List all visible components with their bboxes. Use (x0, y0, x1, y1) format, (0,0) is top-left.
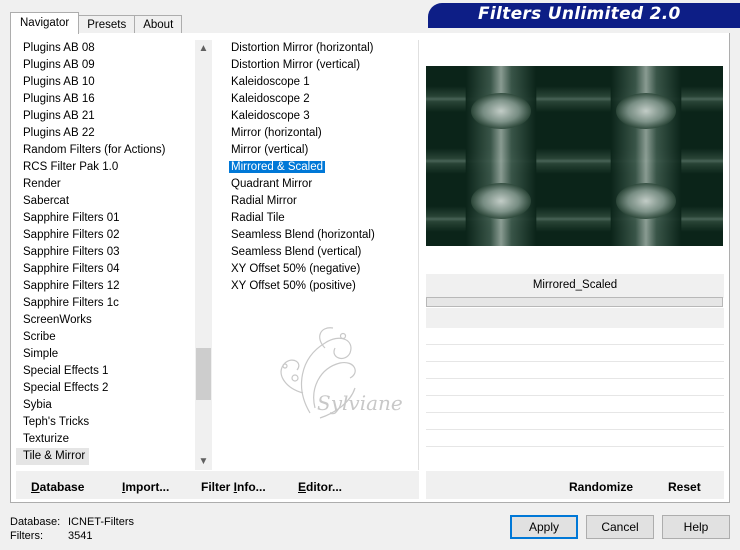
filter-item-label: Seamless Blend (horizontal) (231, 229, 375, 241)
category-item[interactable]: Plugins AB 16 (16, 91, 211, 108)
filter-item-label: Distortion Mirror (vertical) (231, 59, 361, 71)
title-banner-underline (428, 25, 740, 28)
tab-navigator[interactable]: Navigator (10, 12, 80, 34)
filters-count-value: 3541 (68, 530, 93, 542)
filter-item[interactable]: Quadrant Mirror (219, 176, 418, 193)
filter-item[interactable]: Seamless Blend (horizontal) (219, 227, 418, 244)
category-item[interactable]: Random Filters (for Actions) (16, 142, 211, 159)
filter-item-label: Radial Tile (231, 212, 285, 224)
filter-item[interactable]: Mirror (vertical) (219, 142, 418, 159)
parameter-row (426, 396, 724, 413)
status-area: Database: ICNET-Filters Filters: 3541 (10, 515, 134, 543)
parameter-slider[interactable] (426, 297, 723, 307)
tab-about[interactable]: About (134, 15, 183, 34)
scroll-down-arrow-icon[interactable]: ▼ (195, 453, 212, 470)
filter-item[interactable]: Kaleidoscope 1 (219, 74, 418, 91)
filter-item[interactable]: Kaleidoscope 3 (219, 108, 418, 125)
app-title: Filters Unlimited 2.0 (478, 4, 681, 24)
scrollbar-thumb[interactable] (196, 348, 211, 400)
filter-item[interactable]: Radial Mirror (219, 193, 418, 210)
filter-item[interactable]: Kaleidoscope 2 (219, 91, 418, 108)
category-item[interactable]: Sapphire Filters 01 (16, 210, 211, 227)
filter-item[interactable]: Distortion Mirror (vertical) (219, 57, 418, 74)
category-item[interactable]: Sapphire Filters 03 (16, 244, 211, 261)
filter-item-label: Kaleidoscope 3 (231, 110, 310, 122)
filter-item-label: Radial Mirror (231, 195, 297, 207)
category-item[interactable]: Render (16, 176, 211, 193)
database-value: ICNET-Filters (68, 516, 134, 528)
watermark-signature: Sylviane (317, 391, 403, 415)
title-banner: Filters Unlimited 2.0 (428, 3, 740, 27)
category-scrollbar[interactable]: ▲ ▼ (195, 40, 212, 470)
database-button[interactable]: Database (31, 480, 84, 494)
parameter-row (426, 379, 724, 396)
parameter-slider-area (426, 308, 724, 328)
reset-button[interactable]: Reset (668, 480, 701, 494)
parameter-row (426, 362, 724, 379)
category-item[interactable]: Sapphire Filters 04 (16, 261, 211, 278)
category-item[interactable]: Plugins AB 09 (16, 57, 211, 74)
filter-name-label: Mirrored_Scaled (426, 274, 724, 298)
filter-item-label: Mirrored & Scaled (227, 160, 327, 174)
filter-item[interactable]: Radial Tile (219, 210, 418, 227)
category-item[interactable]: Tile & Mirror (16, 448, 90, 465)
category-item[interactable]: Sapphire Filters 02 (16, 227, 211, 244)
category-item[interactable]: Texturize (16, 431, 211, 448)
category-item[interactable]: Plugins AB 22 (16, 125, 211, 142)
filter-info-button[interactable]: Filter Info... (201, 480, 266, 494)
category-item[interactable]: ScreenWorks (16, 312, 211, 329)
help-button[interactable]: Help (662, 515, 730, 539)
category-list[interactable]: Plugins AB 08 Plugins AB 09 Plugins AB 10 P… (16, 40, 212, 470)
category-item[interactable]: Scribe (16, 329, 211, 346)
filter-item-label: Mirror (horizontal) (231, 127, 322, 139)
database-label: Database: (10, 516, 61, 528)
filter-item[interactable]: Seamless Blend (vertical) (219, 244, 418, 261)
filter-item-label: XY Offset 50% (negative) (231, 263, 361, 275)
parameter-row (426, 430, 724, 447)
category-item[interactable]: Special Effects 1 (16, 363, 211, 380)
scroll-up-arrow-icon[interactable]: ▲ (195, 40, 212, 57)
filter-item-label: Seamless Blend (vertical) (231, 246, 362, 258)
category-item[interactable]: Teph's Tricks (16, 414, 211, 431)
filter-item-label: Kaleidoscope 2 (231, 93, 310, 105)
parameter-row (426, 345, 724, 362)
filter-preview-image (426, 66, 723, 246)
editor-button[interactable]: Editor... (298, 480, 342, 494)
filter-item[interactable]: XY Offset 50% (positive) (219, 278, 418, 295)
category-item[interactable]: Sapphire Filters 1c (16, 295, 211, 312)
filter-item[interactable]: XY Offset 50% (negative) (219, 261, 418, 278)
tab-bar: Navigator Presets About (10, 12, 183, 34)
filters-count-label: Filters: (10, 530, 43, 542)
filter-item-label: Quadrant Mirror (231, 178, 313, 190)
category-item[interactable]: Plugins AB 10 (16, 74, 211, 91)
tab-presets[interactable]: Presets (78, 15, 136, 34)
category-item[interactable]: Sapphire Filters 12 (16, 278, 211, 295)
filter-item-label: XY Offset 50% (positive) (231, 280, 356, 292)
category-item[interactable]: RCS Filter Pak 1.0 (16, 159, 211, 176)
filter-item-label: Kaleidoscope 1 (231, 76, 310, 88)
category-item[interactable]: Sybia (16, 397, 211, 414)
apply-button[interactable]: Apply (510, 515, 578, 539)
category-item[interactable]: Plugins AB 21 (16, 108, 211, 125)
cancel-button[interactable]: Cancel (586, 515, 654, 539)
filter-item-label: Distortion Mirror (horizontal) (231, 42, 374, 54)
category-item[interactable]: Simple (16, 346, 211, 363)
parameter-rows (426, 328, 724, 447)
filter-item[interactable]: Mirror (horizontal) (219, 125, 418, 142)
randomize-button[interactable]: Randomize (569, 480, 633, 494)
category-item[interactable]: Special Effects 2 (16, 380, 211, 397)
filter-item[interactable]: Distortion Mirror (horizontal) (219, 40, 418, 57)
watermark-logo: Sylviane (280, 327, 403, 419)
filter-item[interactable]: Mirrored & Scaled (219, 159, 418, 176)
category-item[interactable]: Plugins AB 08 (16, 40, 211, 57)
filter-item-label: Mirror (vertical) (231, 144, 309, 156)
parameter-row (426, 413, 724, 430)
category-item[interactable]: Sabercat (16, 193, 211, 210)
import-button[interactable]: Import... (122, 480, 169, 494)
parameter-row (426, 328, 724, 345)
